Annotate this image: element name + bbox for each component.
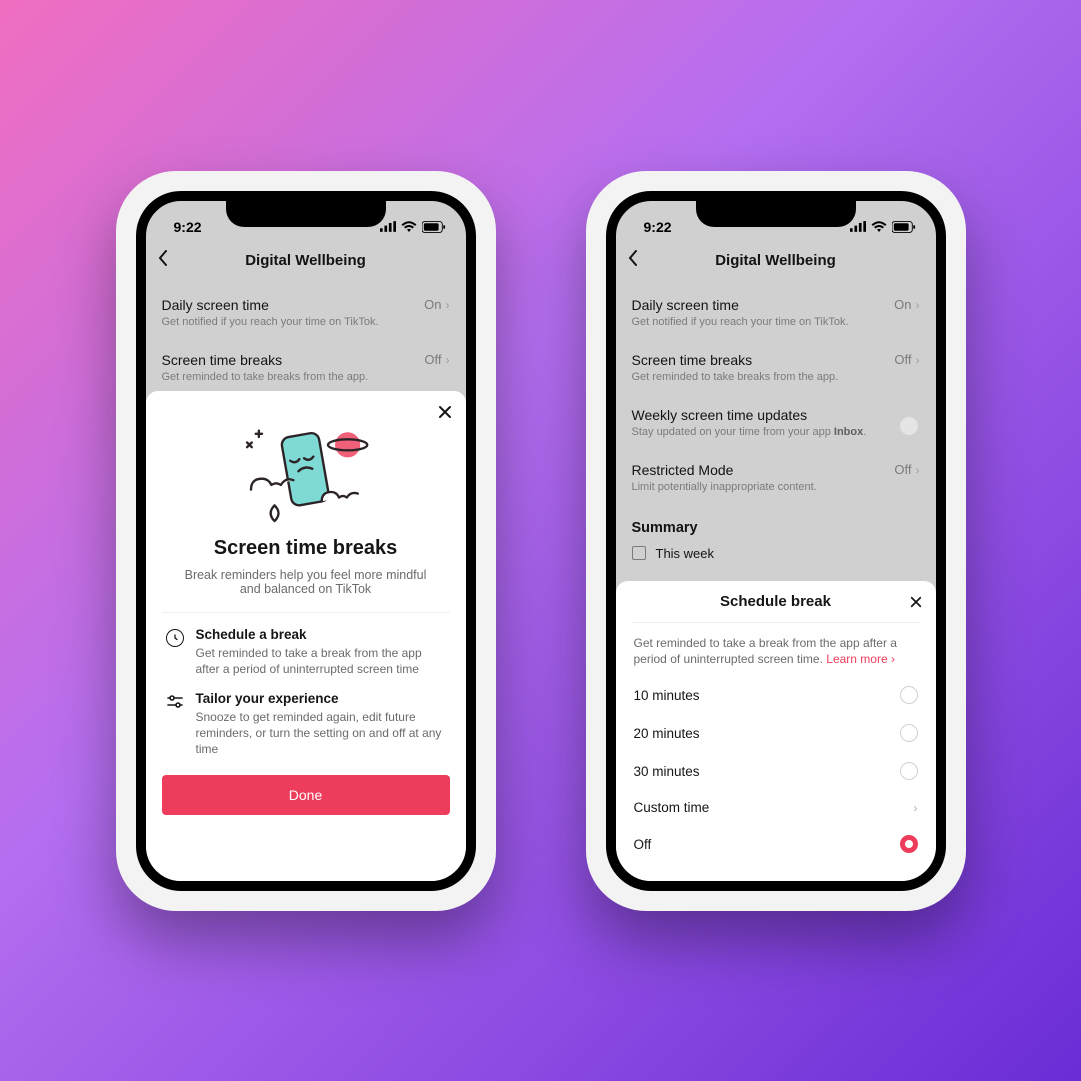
setting-desc: Get reminded to take breaks from the app… [162,371,450,383]
setting-title: Daily screen time [632,297,739,313]
setting-title: Restricted Mode [632,462,734,478]
option-label: Custom time [634,800,710,815]
setting-title: Weekly screen time updates [632,407,808,423]
setting-daily-screen-time[interactable]: Daily screen time On › Get notified if y… [616,285,936,340]
wifi-icon [401,221,417,233]
page-header: Digital Wellbeing [146,241,466,281]
summary-period: This week [656,546,715,561]
learn-more-link[interactable]: Learn more › [826,652,895,666]
close-button[interactable] [438,405,452,424]
feature-schedule-break: Schedule a break Get reminded to take a … [162,613,450,677]
clock-icon [166,629,184,647]
option-off[interactable]: Off [632,825,920,863]
cellular-icon [380,221,396,232]
status-time: 9:22 [644,219,672,235]
sleeping-phone-illustration [226,415,386,525]
setting-title: Daily screen time [162,297,269,313]
summary-period-row[interactable]: This week [616,542,936,565]
wifi-icon [871,221,887,233]
setting-value: On › [894,297,919,312]
option-10-minutes[interactable]: 10 minutes [632,676,920,714]
close-icon [438,405,452,419]
page-header: Digital Wellbeing [616,241,936,281]
chevron-right-icon: › [446,353,450,367]
chevron-right-icon: › [916,463,920,477]
phone-left: 9:22 Digital Wellbeing Daily screen time… [116,171,496,911]
cellular-icon [850,221,866,232]
notch [696,201,856,227]
setting-desc: Limit potentially inappropriate content. [632,481,920,493]
status-icons [850,221,916,233]
summary-heading: Summary [616,506,936,542]
phone-frame-left: 9:22 Digital Wellbeing Daily screen time… [136,191,476,891]
radio-unselected-icon [900,724,918,742]
sheet-desc: Get reminded to take a break from the ap… [632,623,920,677]
radio-unselected-icon [900,762,918,780]
setting-restricted-mode[interactable]: Restricted Mode Off › Limit potentially … [616,450,936,505]
close-icon [910,596,922,608]
done-button[interactable]: Done [162,775,450,815]
setting-desc: Get reminded to take breaks from the app… [632,371,920,383]
setting-desc: Get notified if you reach your time on T… [632,316,920,328]
calendar-icon [632,546,646,560]
chevron-right-icon: › [891,652,895,666]
status-icons [380,221,446,233]
setting-value: Off › [894,462,919,477]
chevron-right-icon: › [914,801,918,815]
notch [226,201,386,227]
setting-desc: Get notified if you reach your time on T… [162,316,450,328]
radio-unselected-icon [900,686,918,704]
phone-frame-right: 9:22 Digital Wellbeing Daily screen time… [606,191,946,891]
sliders-icon [166,693,184,758]
option-20-minutes[interactable]: 20 minutes [632,714,920,752]
sheet-title: Screen time breaks [162,537,450,560]
option-label: 10 minutes [634,688,700,703]
back-button[interactable] [158,250,168,271]
settings-list-left: Daily screen time On › Get notified if y… [146,281,466,399]
setting-screen-time-breaks[interactable]: Screen time breaks Off › Get reminded to… [616,340,936,395]
feature-desc: Get reminded to take a break from the ap… [196,645,446,677]
feature-tailor-experience: Tailor your experience Snooze to get rem… [162,677,450,758]
feature-desc: Snooze to get reminded again, edit futur… [196,709,446,758]
option-custom-time[interactable]: Custom time › [632,790,920,825]
setting-desc: Stay updated on your time from your app … [632,426,920,438]
sheet-screen-time-breaks: Screen time breaks Break reminders help … [146,391,466,881]
feature-title: Schedule a break [196,627,446,642]
sheet-schedule-break: Schedule break Get reminded to take a br… [616,581,936,881]
sheet-title: Schedule break [632,593,920,623]
setting-daily-screen-time[interactable]: Daily screen time On › Get notified if y… [146,285,466,340]
close-button[interactable] [910,595,922,613]
setting-title: Screen time breaks [162,352,283,368]
phone-right: 9:22 Digital Wellbeing Daily screen time… [586,171,966,911]
back-button[interactable] [628,250,638,271]
battery-icon [892,221,916,233]
setting-value: Off › [894,352,919,367]
setting-screen-time-breaks[interactable]: Screen time breaks Off › Get reminded to… [146,340,466,395]
battery-icon [422,221,446,233]
chevron-right-icon: › [916,353,920,367]
chevron-right-icon: › [916,298,920,312]
chevron-left-icon [158,250,168,266]
inbox-link[interactable]: Inbox [834,426,863,438]
option-label: 20 minutes [634,726,700,741]
feature-title: Tailor your experience [196,691,446,706]
status-time: 9:22 [174,219,202,235]
option-label: 30 minutes [634,764,700,779]
radio-selected-icon [900,835,918,853]
chevron-left-icon [628,250,638,266]
setting-value: Off › [424,352,449,367]
settings-list-right: Daily screen time On › Get notified if y… [616,281,936,569]
chevron-right-icon: › [446,298,450,312]
sheet-subtitle: Break reminders help you feel more mindf… [162,568,450,613]
option-label: Off [634,837,652,852]
page-title: Digital Wellbeing [245,252,366,269]
page-title: Digital Wellbeing [715,252,836,269]
setting-value: On › [424,297,449,312]
setting-weekly-updates[interactable]: Weekly screen time updates Stay updated … [616,395,936,450]
setting-title: Screen time breaks [632,352,753,368]
option-30-minutes[interactable]: 30 minutes [632,752,920,790]
